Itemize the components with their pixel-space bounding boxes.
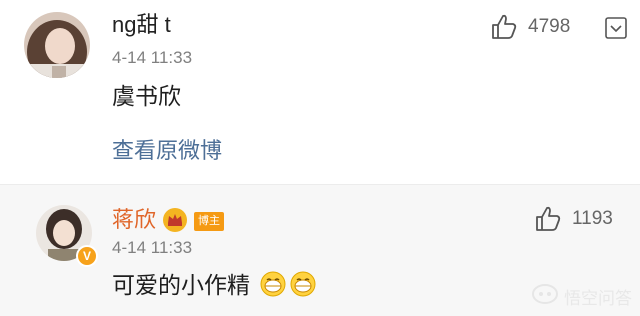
comment-text: 可爱的小作精 [112, 271, 316, 303]
thumbs-up-icon [534, 205, 562, 233]
comment-text: 虞书欣 [112, 83, 181, 109]
wukong-logo-icon [532, 283, 558, 310]
like-button[interactable]: 1193 [534, 205, 613, 233]
verified-v-icon: V [76, 245, 98, 267]
username[interactable]: 蒋欣 [112, 207, 156, 233]
watermark: 悟空问答 [532, 283, 632, 310]
comment-card: ng甜 t 4-14 11:33 虞书欣 查看原微博 4798 [0, 0, 640, 178]
like-count: 1193 [572, 208, 613, 229]
username[interactable]: ng甜 t [112, 12, 171, 38]
crown-icon [162, 207, 188, 238]
thumbs-up-icon [490, 13, 518, 41]
like-count: 4798 [528, 16, 571, 37]
like-button[interactable]: 4798 [490, 13, 570, 41]
grin-emoji-icon [260, 271, 286, 303]
avatar[interactable] [24, 12, 90, 78]
timestamp: 4-14 11:33 [112, 48, 193, 67]
watermark-text: 悟空问答 [564, 289, 632, 308]
comment-text-content: 可爱的小作精 [112, 272, 250, 299]
timestamp: 4-14 11:33 [112, 238, 193, 257]
view-original-link[interactable]: 查看原微博 [112, 138, 222, 164]
grin-emoji-icon [290, 271, 316, 303]
more-icon[interactable] [604, 16, 628, 45]
reply-card: V 蒋欣 博主 4-14 11:33 可爱的小作精 1193 悟空问答 [0, 184, 640, 316]
blogger-badge: 博主 [194, 212, 224, 231]
